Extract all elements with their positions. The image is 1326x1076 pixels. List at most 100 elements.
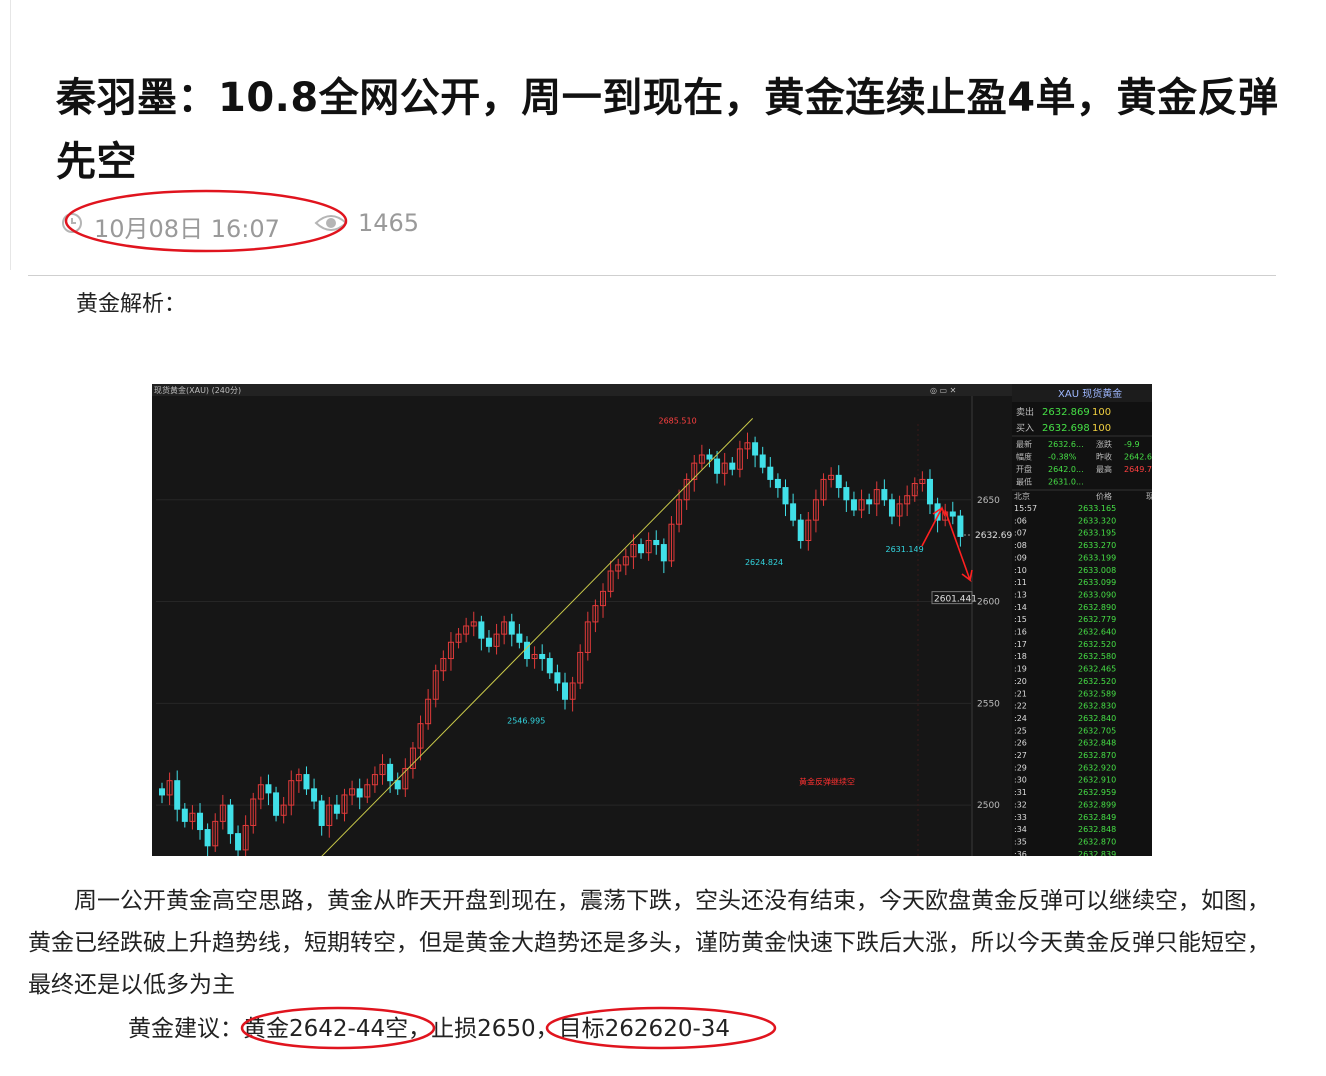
candle-body [562, 682, 568, 700]
quote-field-label: 最低 [1016, 477, 1032, 487]
tick-price: 2632.910 [1078, 776, 1116, 785]
chart-annotation: 2685.510 [658, 416, 696, 425]
tick-price: 2633.090 [1078, 590, 1116, 599]
tick-price: 2633.270 [1078, 541, 1116, 550]
candle-body [653, 539, 660, 546]
tick-price: 2632.890 [1078, 603, 1116, 612]
tick-price: 2632.705 [1078, 726, 1116, 735]
candle-body [265, 784, 272, 794]
publish-datetime: 10月08日 16:07 [94, 215, 280, 243]
chart-annotation: 黄金反弹继续空 [799, 777, 855, 787]
candle-body [866, 499, 873, 505]
tick-time: :18 [1014, 652, 1027, 661]
candle-body [181, 808, 188, 822]
candle-body [888, 499, 895, 517]
article-title: 秦羽墨：10.8全网公开，周一到现在，黄金连续止盈4单，黄金反弹先空 [56, 75, 1279, 185]
quote-field-value: 2642.6 [1124, 453, 1152, 462]
quote-symbol: XAU 现货黄金 [1058, 387, 1122, 400]
advice-stop-loss: 止损2650 [431, 1016, 536, 1042]
candle-body [303, 774, 310, 790]
candle-body [835, 474, 842, 489]
quote-field-value: 2632.6... [1048, 440, 1084, 449]
left-border [10, 0, 11, 270]
quote-field-label: 最新 [1016, 439, 1032, 449]
tick-price: 2632.848 [1078, 739, 1116, 748]
tick-header-time: 北京 [1014, 491, 1030, 501]
tick-time: :34 [1014, 825, 1027, 834]
tick-time: :33 [1014, 813, 1027, 822]
candle-body [660, 544, 667, 562]
candle-body [926, 478, 933, 505]
tick-time: :07 [1014, 529, 1027, 538]
tick-price: 2632.840 [1078, 714, 1116, 723]
candle-body [174, 780, 181, 810]
tick-price: 2633.008 [1078, 566, 1116, 575]
candle-body [638, 544, 645, 554]
chart-canvas: 现货黄金(XAU) (240分) ◎ ▭ ✕ 2500 2550 2600 2650 268… [152, 384, 1152, 856]
chart-annotation: 2624.824 [745, 558, 783, 567]
candle-body [850, 499, 857, 511]
candle-body [478, 621, 485, 639]
tick-time: :26 [1014, 739, 1027, 748]
candle-body [759, 454, 766, 468]
quote-field-label: 开盘 [1016, 464, 1032, 474]
tick-time: :21 [1014, 689, 1027, 698]
tick-price: 2632.920 [1078, 763, 1116, 772]
tick-price: 2633.320 [1078, 516, 1116, 525]
candle-body [235, 833, 242, 851]
tick-time: :08 [1014, 541, 1027, 550]
sell-label: 卖出 [1016, 406, 1034, 418]
tick-price: 2632.848 [1078, 825, 1116, 834]
candle-body [159, 788, 165, 796]
candle-body [523, 641, 530, 660]
tick-price: 2633.195 [1078, 529, 1116, 538]
tick-time: :20 [1014, 677, 1027, 686]
advice-sep: ， [535, 1016, 559, 1042]
candle-body [790, 503, 797, 521]
tick-time: :25 [1014, 726, 1027, 735]
tick-time: :35 [1014, 837, 1027, 846]
advice-label: 黄金建议： [128, 1016, 243, 1042]
buy-price: 2632.698 [1042, 423, 1090, 434]
tick-time: :36 [1014, 850, 1027, 856]
quote-field-label: 涨跌 [1096, 439, 1112, 449]
quote-field-value: 2649.7 [1124, 465, 1152, 474]
tick-price: 2632.779 [1078, 615, 1116, 624]
tick-time: :14 [1014, 603, 1027, 612]
buy-qty: 100 [1092, 423, 1111, 434]
candle-body [508, 621, 515, 635]
candle-body [197, 812, 204, 831]
candle-body [227, 804, 234, 835]
candle-body [843, 487, 850, 501]
candle-body [394, 780, 401, 790]
chart-annotation: 2546.995 [507, 716, 545, 725]
tick-price: 2632.959 [1078, 788, 1116, 797]
candle-body [797, 519, 804, 541]
view-count: 1465 [358, 209, 420, 237]
candle-body [714, 458, 721, 474]
tick-time: :27 [1014, 751, 1027, 760]
quote-field-value: -9.9 [1124, 440, 1140, 449]
candle-body [273, 792, 280, 816]
advice-sep: ， [408, 1016, 432, 1042]
tick-time: :17 [1014, 640, 1027, 649]
tick-time: :10 [1014, 566, 1027, 575]
buy-label: 买入 [1016, 423, 1034, 434]
tick-time: :22 [1014, 702, 1027, 711]
tick-price: 2632.640 [1078, 628, 1116, 637]
candle-body [949, 511, 956, 517]
tick-price: 2632.830 [1078, 702, 1116, 711]
candle-body [356, 788, 363, 798]
candle-body [333, 804, 340, 814]
tick-time: :13 [1014, 590, 1027, 599]
tick-price: 2633.199 [1078, 553, 1116, 562]
chart-topbar [152, 384, 1012, 396]
tick-price: 2632.520 [1078, 640, 1116, 649]
tick-time: :09 [1014, 553, 1027, 562]
quote-field-label: 幅度 [1016, 452, 1032, 462]
tick-header-price: 价格 [1096, 491, 1112, 501]
tick-price: 2633.099 [1078, 578, 1116, 587]
candle-body [311, 788, 318, 802]
gold-price-chart: 现货黄金(XAU) (240分) ◎ ▭ ✕ 2500 2550 2600 2650 268… [152, 384, 1152, 856]
candle-body [516, 633, 523, 643]
